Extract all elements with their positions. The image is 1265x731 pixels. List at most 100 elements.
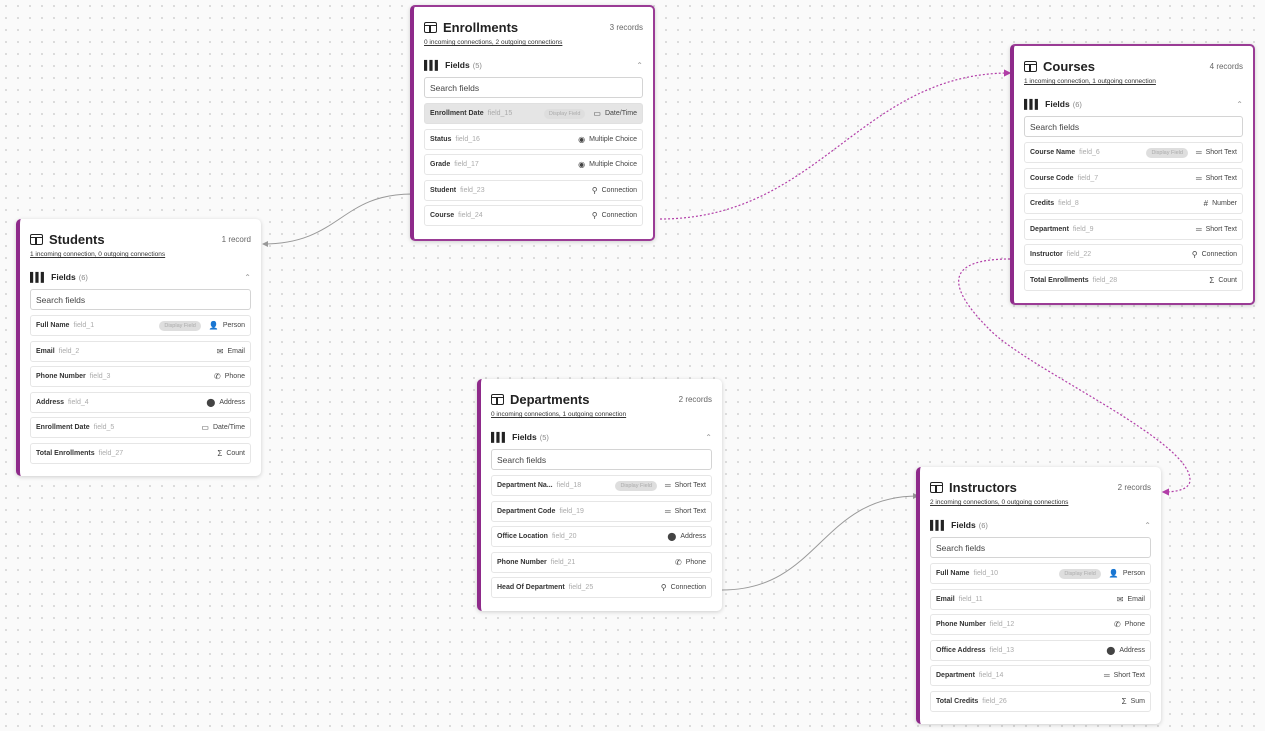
- edge-enrollments-student-to-students[interactable]: [262, 193, 413, 247]
- field-row[interactable]: Enrollment Date field_5 ▭ Date/Time: [30, 417, 251, 438]
- field-row[interactable]: Department field_14 ═ Short Text: [930, 665, 1151, 686]
- search-fields-input[interactable]: Search fields: [424, 77, 643, 98]
- table-icon: [30, 233, 43, 245]
- field-name: Grade: [430, 161, 451, 168]
- fields-label: Fields: [51, 272, 76, 282]
- connections-summary[interactable]: 2 incoming connections, 0 outgoing conne…: [930, 499, 1151, 506]
- chevron-up-icon[interactable]: ⌃: [636, 61, 643, 70]
- field-row[interactable]: Phone Number field_21 ✆ Phone: [491, 551, 712, 573]
- field-row[interactable]: Total Enrollments field_27 Σ Count: [30, 442, 251, 464]
- fields-header[interactable]: ▌▌▌ Fields (6) ⌃: [930, 518, 1151, 532]
- field-type: ⚲ Connection: [592, 186, 637, 195]
- field-type-label: Sum: [1130, 697, 1145, 705]
- field-row[interactable]: Phone Number field_12 ✆ Phone: [930, 614, 1151, 635]
- field-name: Phone Number: [936, 621, 986, 628]
- field-row[interactable]: Full Name field_10 Display Field 👤 Person: [930, 563, 1151, 584]
- table-card-courses[interactable]: Courses 4 records 1 incoming connection, 1…: [1010, 44, 1255, 305]
- field-row[interactable]: Email field_11 ✉ Email: [930, 588, 1151, 610]
- field-row[interactable]: Course field_24 ⚲ Connection: [424, 205, 643, 226]
- connections-summary[interactable]: 0 incoming connections, 2 outgoing conne…: [424, 39, 643, 46]
- connections-summary[interactable]: 1 incoming connection, 1 outgoing connec…: [1024, 78, 1243, 85]
- table-card-departments[interactable]: Departments 2 records 0 incoming connectio…: [477, 379, 722, 611]
- field-name: Office Address: [936, 646, 986, 654]
- field-id: field_23: [460, 186, 485, 194]
- field-type-label: Address: [680, 533, 706, 540]
- field-row[interactable]: Email field_2 ✉ Email: [30, 340, 251, 362]
- columns-icon: ▌▌▌: [424, 60, 441, 70]
- field-name: Head Of Department: [497, 584, 565, 591]
- field-row[interactable]: Total Credits field_26 Σ Sum: [930, 690, 1151, 712]
- record-count: 2 records: [1117, 482, 1151, 492]
- chevron-up-icon[interactable]: ⌃: [1144, 521, 1151, 530]
- edge-enrollments-course-to-courses[interactable]: [659, 69, 1012, 220]
- field-row[interactable]: Department field_9 ═ Short Text: [1024, 218, 1243, 240]
- field-name: Credits: [1030, 200, 1055, 207]
- field-type-label: Short Text: [1113, 672, 1145, 679]
- field-name: Phone Number: [36, 373, 86, 380]
- fields-header[interactable]: ▌▌▌ Fields (6) ⌃: [1024, 97, 1243, 111]
- calendar-icon: ▭: [593, 109, 601, 118]
- field-id: field_25: [568, 584, 594, 591]
- field-row[interactable]: Status field_16 ◉ Multiple Choice: [424, 128, 643, 150]
- table-title[interactable]: Courses: [1043, 59, 1210, 74]
- field-type: 👤 Person: [209, 321, 245, 330]
- search-fields-input[interactable]: Search fields: [30, 289, 251, 310]
- field-row[interactable]: Course Code field_7 ═ Short Text: [1024, 167, 1243, 189]
- fields-header[interactable]: ▌▌▌ Fields (5) ⌃: [491, 430, 712, 444]
- edge-departments-head-to-instructors[interactable]: [721, 493, 919, 591]
- field-row[interactable]: Head Of Department field_25 ⚲ Connection: [491, 577, 712, 598]
- field-row[interactable]: Office Location field_20 ⬤ Address: [491, 526, 712, 547]
- search-fields-input[interactable]: Search fields: [1024, 116, 1243, 137]
- field-row[interactable]: Course Name field_6 Display Field ═ Short Te…: [1024, 142, 1243, 163]
- chevron-up-icon[interactable]: ⌃: [705, 433, 712, 442]
- table-card-instructors[interactable]: Instructors 2 records 2 incoming connectio…: [916, 467, 1161, 724]
- connections-summary[interactable]: 1 incoming connection, 0 outgoing connec…: [30, 251, 251, 258]
- field-row[interactable]: Enrollment Date field_15 Display Field ▭ Dat…: [424, 103, 643, 124]
- table-title[interactable]: Students: [49, 232, 222, 247]
- table-title[interactable]: Departments: [510, 392, 679, 407]
- search-fields-input[interactable]: Search fields: [491, 449, 712, 470]
- field-name: Department: [1030, 225, 1069, 233]
- chevron-up-icon[interactable]: ⌃: [1236, 100, 1243, 109]
- field-type: ✆ Phone: [675, 558, 706, 567]
- field-type-label: Person: [222, 322, 245, 329]
- field-row[interactable]: Grade field_17 ◉ Multiple Choice: [424, 154, 643, 175]
- field-row[interactable]: Department Code field_19 ═ Short Text: [491, 500, 712, 522]
- field-row[interactable]: Student field_23 ⚲ Connection: [424, 179, 643, 201]
- search-fields-input[interactable]: Search fields: [930, 537, 1151, 558]
- field-row[interactable]: Address field_4 ⬤ Address: [30, 391, 251, 413]
- field-row[interactable]: Instructor field_22 ⚲ Connection: [1024, 244, 1243, 265]
- card-header: Instructors 2 records: [930, 477, 1151, 497]
- field-name: Department Na...: [497, 482, 553, 489]
- field-type: ✆ Phone: [214, 372, 245, 381]
- field-name: Total Enrollments: [1030, 276, 1089, 284]
- field-type: # Number: [1204, 199, 1237, 208]
- fields-header[interactable]: ▌▌▌ Fields (5) ⌃: [424, 58, 643, 72]
- field-id: field_13: [989, 646, 1015, 654]
- field-type-label: Short Text: [1205, 225, 1237, 233]
- table-icon: [930, 481, 943, 493]
- table-card-enrollments[interactable]: Enrollments 3 records 0 incoming connectio…: [410, 5, 655, 241]
- field-row[interactable]: Department Na... field_18 Display Field ═ Sh…: [491, 475, 712, 496]
- connection-icon: ⚲: [660, 583, 667, 592]
- field-id: field_10: [973, 570, 998, 577]
- field-row[interactable]: Full Name field_1 Display Field 👤 Person: [30, 315, 251, 336]
- pin-icon: ⬤: [206, 397, 216, 407]
- field-id: field_22: [1066, 251, 1092, 258]
- field-row[interactable]: Office Address field_13 ⬤ Address: [930, 639, 1151, 661]
- table-icon: [491, 393, 504, 405]
- table-title[interactable]: Enrollments: [443, 20, 610, 35]
- connection-icon: ⚲: [1191, 250, 1198, 259]
- field-row[interactable]: Credits field_8 # Number: [1024, 193, 1243, 214]
- field-name: Full Name: [36, 322, 70, 329]
- field-row[interactable]: Total Enrollments field_28 Σ Count: [1024, 269, 1243, 291]
- chevron-up-icon[interactable]: ⌃: [244, 273, 251, 282]
- field-id: field_4: [68, 398, 89, 406]
- fields-header[interactable]: ▌▌▌ Fields (6) ⌃: [30, 270, 251, 284]
- field-row[interactable]: Phone Number field_3 ✆ Phone: [30, 366, 251, 387]
- connections-summary[interactable]: 0 incoming connections, 1 outgoing conne…: [491, 411, 712, 418]
- field-name: Course: [430, 212, 455, 219]
- table-card-students[interactable]: Students 1 record 1 incoming connection, 0…: [16, 219, 261, 476]
- table-title[interactable]: Instructors: [949, 480, 1118, 495]
- field-type-label: Connection: [601, 212, 637, 219]
